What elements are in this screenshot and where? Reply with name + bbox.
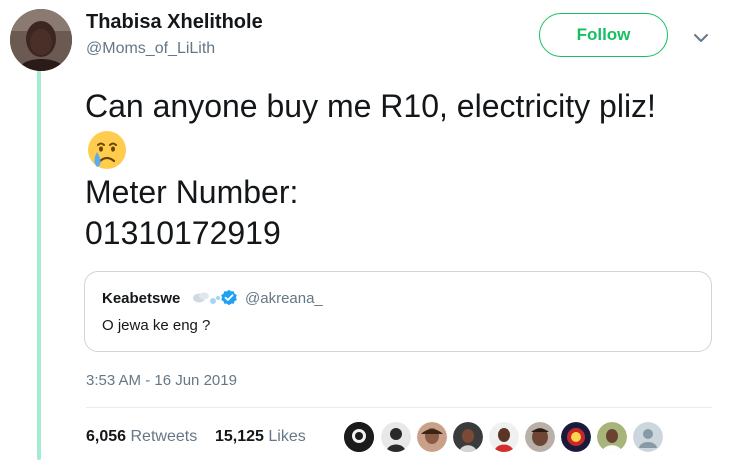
tweet-timestamp[interactable]: 3:53 AM - 16 Jun 2019 (86, 372, 237, 389)
liker-avatar[interactable] (488, 421, 520, 453)
tweet-line-3: Meter Number: (85, 173, 299, 210)
author-avatar[interactable] (10, 9, 72, 71)
retweets-count: 6,056 (86, 428, 127, 445)
author-display-name[interactable]: Thabisa Xhelithole (86, 11, 263, 34)
liker-avatar[interactable] (524, 421, 556, 453)
liker-avatar[interactable] (452, 421, 484, 453)
quoted-tweet-card[interactable]: Keabetswe @akreana_ O jewa ke eng ? (84, 271, 712, 352)
quoted-text: O jewa ke eng ? (102, 317, 211, 334)
liker-avatar[interactable] (560, 421, 592, 453)
likes-stat[interactable]: 15,125 Likes (215, 428, 306, 445)
quoted-handle: @akreana_ (245, 290, 323, 307)
liker-avatar[interactable] (596, 421, 628, 453)
thread-line (37, 70, 41, 460)
liker-avatar[interactable] (416, 421, 448, 453)
tweet-text: Can anyone buy me R10, electricity pliz!… (85, 86, 715, 254)
liker-avatar[interactable] (343, 421, 375, 453)
quoted-display-name: Keabetswe (102, 290, 181, 307)
liker-avatar[interactable] (380, 421, 412, 453)
follow-button[interactable]: Follow (539, 13, 668, 57)
verified-badge-icon (221, 289, 237, 306)
tweet-line-1: Can anyone buy me R10, electricity pliz! (85, 88, 656, 124)
more-options-chevron-down-icon[interactable] (691, 30, 711, 46)
divider (86, 407, 712, 408)
tweet-line-4: 01310172919 (85, 214, 281, 251)
author-handle[interactable]: @Moms_of_LiLith (86, 40, 215, 58)
crying-face-icon (88, 130, 126, 169)
likes-count: 15,125 (214, 428, 264, 445)
likes-label: Likes (268, 428, 306, 445)
retweets-stat[interactable]: 6,056 Retweets (86, 428, 197, 445)
tweet-stats: 6,056 Retweets 15,125 Likes (86, 428, 306, 446)
liker-avatar[interactable] (632, 421, 664, 453)
tweet-emoji-line (85, 127, 715, 172)
retweets-label: Retweets (130, 428, 198, 445)
name-emoji-icon (193, 292, 220, 304)
